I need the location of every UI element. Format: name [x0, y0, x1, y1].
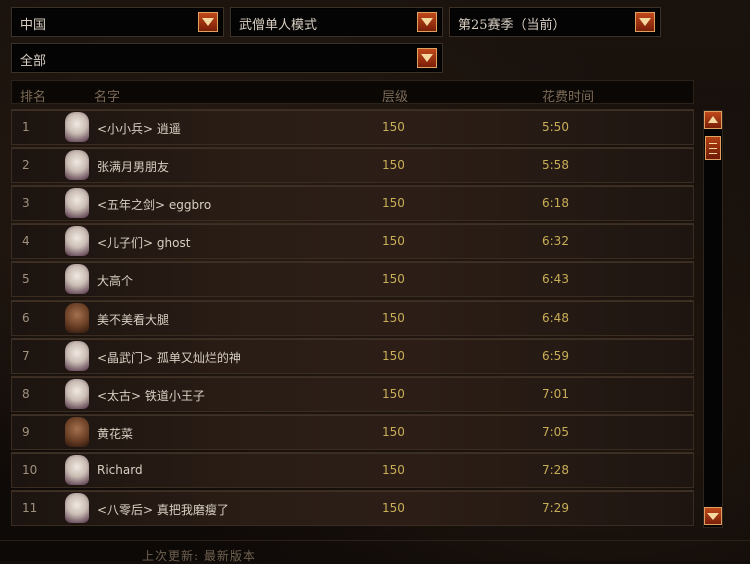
time-cell: 6:48	[542, 310, 569, 325]
time-cell: 5:58	[542, 158, 569, 173]
player-name-cell[interactable]: <儿子们> ghost	[97, 234, 190, 251]
region-dropdown-value: 中国	[20, 18, 47, 33]
rank-cell: 5	[22, 272, 30, 287]
level-cell: 150	[382, 234, 405, 249]
scroll-up-button[interactable]	[704, 111, 722, 129]
player-name-cell[interactable]: Richard	[97, 463, 143, 477]
player-name-cell[interactable]: 黄花菜	[97, 425, 133, 442]
player-portrait-icon	[65, 493, 89, 523]
level-cell: 150	[382, 348, 405, 363]
table-row[interactable]: 5 大高个 150 6:43	[11, 261, 694, 298]
chevron-down-icon[interactable]	[635, 12, 655, 32]
chevron-down-icon[interactable]	[417, 48, 437, 68]
arrow-down-icon	[707, 513, 719, 520]
player-name-cell[interactable]: <八零后> 真把我磨瘦了	[97, 501, 229, 518]
player-portrait-icon	[65, 188, 89, 219]
season-dropdown-value: 第25赛季（当前）	[458, 18, 566, 33]
chevron-down-icon[interactable]	[417, 12, 437, 32]
player-portrait-icon	[65, 302, 89, 333]
table-row[interactable]: 9 黄花菜 150 7:05	[11, 413, 694, 450]
time-cell: 6:59	[542, 348, 569, 363]
level-cell: 150	[382, 272, 405, 287]
time-cell: 6:43	[542, 272, 569, 287]
scroll-down-button[interactable]	[704, 507, 722, 525]
category-dropdown-value: 全部	[20, 54, 47, 69]
time-cell: 6:32	[542, 234, 569, 249]
level-cell: 150	[382, 158, 405, 173]
season-dropdown[interactable]: 第25赛季（当前）	[449, 7, 661, 37]
player-name-cell[interactable]: 张满月男朋友	[97, 158, 169, 175]
player-portrait-icon	[65, 416, 89, 447]
category-dropdown[interactable]: 全部	[11, 43, 443, 73]
player-portrait-icon	[65, 264, 89, 295]
arrow-up-icon	[708, 116, 718, 123]
player-portrait-icon	[65, 150, 89, 181]
table-header: 排名 名字 层级 花费时间	[11, 80, 694, 105]
table-row[interactable]: 8 <太古> 铁道小王子 150 7:01	[11, 375, 694, 412]
rank-cell: 2	[22, 158, 30, 173]
region-dropdown[interactable]: 中国	[11, 7, 224, 37]
rank-cell: 10	[22, 462, 38, 477]
footer-divider	[0, 540, 750, 541]
player-name-cell[interactable]: <晶武门> 孤单又灿烂的神	[97, 349, 241, 366]
rank-cell: 8	[22, 386, 30, 401]
level-cell: 150	[382, 120, 405, 134]
time-cell: 6:18	[542, 196, 569, 211]
table-row[interactable]: 11 <八零后> 真把我磨瘦了 150 7:29	[11, 490, 694, 526]
table-row[interactable]: 4 <儿子们> ghost 150 6:32	[11, 223, 694, 260]
rank-cell: 4	[22, 234, 30, 249]
table-row[interactable]: 6 美不美看大腿 150 6:48	[11, 299, 694, 336]
level-cell: 150	[382, 310, 405, 325]
table-row[interactable]: 7 <晶武门> 孤单又灿烂的神 150 6:59	[11, 337, 694, 374]
rank-cell: 3	[22, 196, 30, 211]
player-portrait-icon	[65, 378, 89, 409]
level-cell: 150	[382, 501, 405, 515]
player-name-cell[interactable]: <小小兵> 逍遥	[97, 120, 181, 137]
time-cell: 7:28	[542, 462, 569, 477]
header-rank: 排名	[20, 90, 47, 105]
scrollbar[interactable]	[703, 110, 723, 528]
header-level: 层级	[382, 90, 409, 105]
time-cell: 7:05	[542, 424, 569, 439]
chevron-down-icon[interactable]	[198, 12, 218, 32]
level-cell: 150	[382, 462, 405, 477]
player-name-cell[interactable]: 美不美看大腿	[97, 311, 169, 328]
player-portrait-icon	[65, 454, 89, 485]
rank-cell: 9	[22, 424, 30, 439]
mode-dropdown-value: 武僧单人模式	[239, 18, 318, 33]
rank-cell: 7	[22, 348, 30, 363]
level-cell: 150	[382, 196, 405, 211]
player-name-cell[interactable]: 大高个	[97, 272, 133, 289]
table-row[interactable]: 3 <五年之剑> eggbro 150 6:18	[11, 185, 694, 222]
table-row[interactable]: 10 Richard 150 7:28	[11, 451, 694, 488]
scroll-thumb[interactable]	[705, 136, 721, 160]
player-name-cell[interactable]: <五年之剑> eggbro	[97, 196, 211, 213]
table-row[interactable]: 1 <小小兵> 逍遥 150 5:50	[11, 109, 694, 145]
table-row[interactable]: 2 张满月男朋友 150 5:58	[11, 147, 694, 184]
level-cell: 150	[382, 424, 405, 439]
player-portrait-icon	[65, 340, 89, 371]
header-name: 名字	[94, 90, 121, 105]
time-cell: 7:29	[542, 501, 569, 515]
time-cell: 5:50	[542, 120, 569, 134]
rank-cell: 1	[22, 120, 30, 134]
last-update-text: 上次更新: 最新版本	[142, 549, 256, 563]
player-name-cell[interactable]: <太古> 铁道小王子	[97, 387, 205, 404]
rank-cell: 6	[22, 310, 30, 325]
level-cell: 150	[382, 386, 405, 401]
mode-dropdown[interactable]: 武僧单人模式	[230, 7, 443, 37]
time-cell: 7:01	[542, 386, 569, 401]
rank-cell: 11	[22, 501, 38, 515]
player-portrait-icon	[65, 226, 89, 257]
header-time: 花费时间	[542, 90, 595, 105]
player-portrait-icon	[65, 112, 89, 142]
